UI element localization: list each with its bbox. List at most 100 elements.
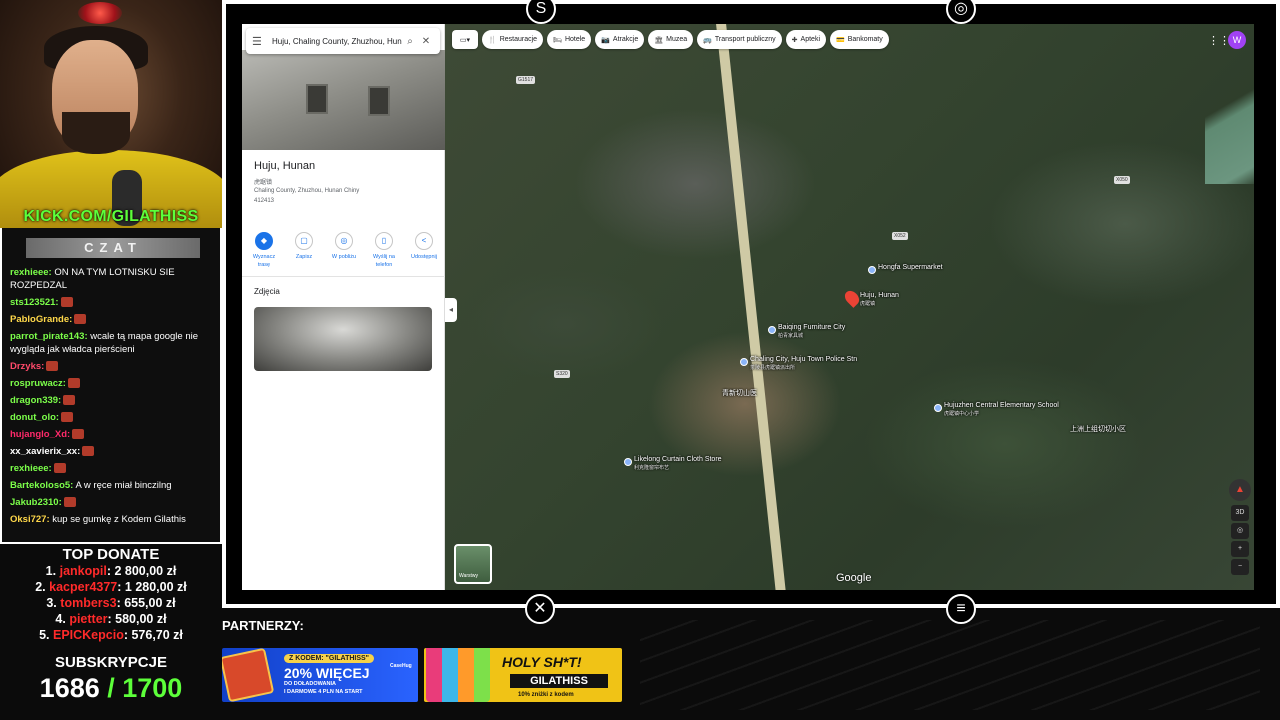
- chat-username: xx_xavierix_xx:: [10, 446, 81, 457]
- hotels-icon: 🛏: [553, 36, 562, 44]
- poi-marker-icon[interactable]: [624, 458, 632, 466]
- partners-label: PARTNERZY:: [222, 618, 304, 633]
- casehug-code: Z KODEM: "GILATHISS": [284, 654, 375, 663]
- map-label-local-2[interactable]: 上洲上组切切小区: [1070, 426, 1126, 434]
- menu-icon[interactable]: ☰: [252, 35, 266, 48]
- search-icon[interactable]: ⌕: [402, 36, 418, 47]
- share-icon: <: [415, 232, 433, 250]
- chip-attractions[interactable]: 📷 Atrakcje: [595, 30, 645, 49]
- subs-count: 1686: [39, 673, 100, 703]
- nearby-label: W pobliżu: [331, 254, 357, 260]
- webcam-feed: [0, 0, 222, 228]
- emote-icon: [53, 463, 66, 474]
- divider: [242, 276, 445, 277]
- chat-message: Oksi727: kup se gumkę z Kodem Gilathis: [10, 513, 216, 526]
- map-label-subtext: 虎踞镇中心小学: [944, 411, 980, 417]
- chat-username: Jakub2310:: [10, 497, 62, 508]
- map-type-toggle[interactable]: ▭▾: [452, 30, 478, 49]
- chat-message: hujanglo_Xd:: [10, 428, 216, 441]
- poi-marker-icon[interactable]: [768, 326, 776, 334]
- map-label-text: Chaling City, Huju Town Police Stn: [750, 356, 858, 363]
- map-label-huju-hunan[interactable]: Huju, Hunan 虎踞镇: [860, 292, 899, 308]
- donate-rank: 3.: [46, 596, 57, 610]
- google-maps-window: Huju, Hunan 虎踞镇 Chaling County, Zhuzhou,…: [242, 24, 1254, 590]
- chat-username: rospruwacz:: [10, 378, 66, 389]
- poi-marker-icon[interactable]: [934, 404, 942, 412]
- chip-pharmacies[interactable]: ✚ Apteki: [785, 30, 827, 49]
- apps-grid-icon[interactable]: ⋮⋮: [1208, 34, 1230, 47]
- emote-icon: [46, 361, 59, 372]
- chip-hotels[interactable]: 🛏 Hotele: [547, 30, 592, 49]
- locate-me-button[interactable]: ◎: [1231, 523, 1249, 539]
- chip-restaurants[interactable]: 🍴 Restauracje: [482, 30, 544, 49]
- chat-message: rexhieee:: [10, 462, 216, 475]
- map-label-huju-school[interactable]: Hujuzhen Central Elementary School 虎踞镇中心小…: [944, 402, 1059, 418]
- compass-icon[interactable]: ▲: [1229, 479, 1251, 501]
- emote-icon: [74, 314, 87, 325]
- pharmacies-icon: ✚: [791, 36, 798, 44]
- photo-window: [368, 86, 390, 116]
- poi-marker-icon[interactable]: [740, 358, 748, 366]
- close-icon[interactable]: ✕: [418, 36, 434, 47]
- map-label-chaling-police[interactable]: Chaling City, Huju Town Police Stn 茶陵县虎踞镇…: [750, 356, 857, 372]
- chat-username: Bartekoloso5:: [10, 480, 74, 491]
- save-button[interactable]: ▢ Zapisz: [286, 232, 322, 269]
- donate-list: 1. jankopil: 2 800,00 zł 2. kacper4377: 1…: [0, 563, 222, 643]
- directions-button[interactable]: ◆ Wyznacz trasę: [246, 232, 282, 269]
- map-label-text: Hongfa Supermarket: [878, 264, 943, 271]
- donate-rank: 5.: [39, 628, 50, 642]
- emote-icon: [72, 429, 85, 440]
- nearby-button[interactable]: ◎ W pobliżu: [326, 232, 362, 269]
- account-avatar[interactable]: W: [1228, 31, 1246, 49]
- search-input[interactable]: [272, 36, 402, 46]
- subs-goal: / 1700: [99, 673, 183, 703]
- satellite-map[interactable]: [445, 24, 1254, 590]
- map-label-local-1[interactable]: 青新切山医: [722, 390, 757, 398]
- chat-panel: CZAT rexhieee: ON NA TYM LOTNISKU SIE RO…: [0, 228, 222, 544]
- attractions-icon: 📷: [601, 36, 610, 44]
- subs-counter: 1686 / 1700: [0, 673, 222, 704]
- layers-button[interactable]: Warstwy: [454, 544, 492, 584]
- map-label-hongfa-supermarket[interactable]: Hongfa Supermarket: [878, 264, 943, 272]
- chat-text: A w ręce miał binczilng: [75, 480, 172, 491]
- chat-username: dragon339:: [10, 395, 62, 406]
- holy-banner: HOLY SH*T! GILATHISS 10% zniżki z kodem: [424, 648, 622, 702]
- 3d-toggle-button[interactable]: 3D: [1231, 505, 1249, 521]
- chat-message: donut_olo:: [10, 411, 216, 424]
- map-label-text: Huju, Hunan: [860, 292, 899, 299]
- chip-atms[interactable]: 💳 Bankomaty: [830, 30, 889, 49]
- place-actions: ◆ Wyznacz trasę ▢ Zapisz ◎ W pobliżu ▯ Wyślij n…: [246, 232, 442, 269]
- zoom-in-button[interactable]: +: [1231, 541, 1249, 557]
- casehug-headline: 20% WIĘCEJ: [284, 665, 370, 681]
- send-to-phone-label: Wyślij na telefon: [373, 254, 395, 268]
- donate-rank: 1.: [45, 564, 57, 578]
- museums-icon: 🏛: [654, 36, 664, 44]
- map-label-likelong-store[interactable]: Likelong Curtain Cloth Store 利克隆窗帘布艺: [634, 456, 722, 472]
- category-chips: ▭▾ 🍴 Restauracje 🛏 Hotele 📷 Atrakcje 🏛 Muzea 🚌 Tra…: [452, 30, 889, 49]
- poi-marker-icon[interactable]: [868, 266, 876, 274]
- donate-row: 2. kacper4377: 1 280,00 zł: [0, 579, 222, 595]
- red-lamp: [78, 2, 122, 24]
- donate-amount: : 576,70 zł: [123, 628, 183, 642]
- photo-thumbnail[interactable]: [254, 307, 432, 371]
- chip-label: Apteki: [800, 36, 821, 43]
- road-shield: X050: [1114, 176, 1130, 184]
- map-label-text: 上洲上组切切小区: [1070, 426, 1126, 433]
- donate-row: 4. pietter: 580,00 zł: [0, 611, 222, 627]
- send-to-phone-button[interactable]: ▯ Wyślij na telefon: [366, 232, 402, 269]
- place-hero-photo[interactable]: [242, 50, 445, 150]
- donate-amount: : 655,00 zł: [116, 596, 176, 610]
- river: [1205, 24, 1254, 184]
- zoom-out-button[interactable]: −: [1231, 559, 1249, 575]
- donate-name: pietter: [69, 612, 108, 626]
- restaurants-icon: 🍴: [488, 36, 497, 44]
- case-box-icon: [222, 648, 275, 702]
- chat-message: rospruwacz:: [10, 377, 216, 390]
- map-label-subtext: 茶陵县虎踞镇派出所: [750, 365, 796, 371]
- map-label-baiqing-furniture[interactable]: Baiqing Furniture City 柏青家具城: [778, 324, 845, 340]
- chip-transit[interactable]: 🚌 Transport publiczny: [697, 30, 782, 49]
- share-button[interactable]: < Udostępnij: [406, 232, 442, 269]
- chip-museums[interactable]: 🏛 Muzea: [648, 30, 694, 49]
- chat-username: rexhieee:: [10, 267, 52, 278]
- collapse-panel-button[interactable]: ◂: [445, 298, 457, 322]
